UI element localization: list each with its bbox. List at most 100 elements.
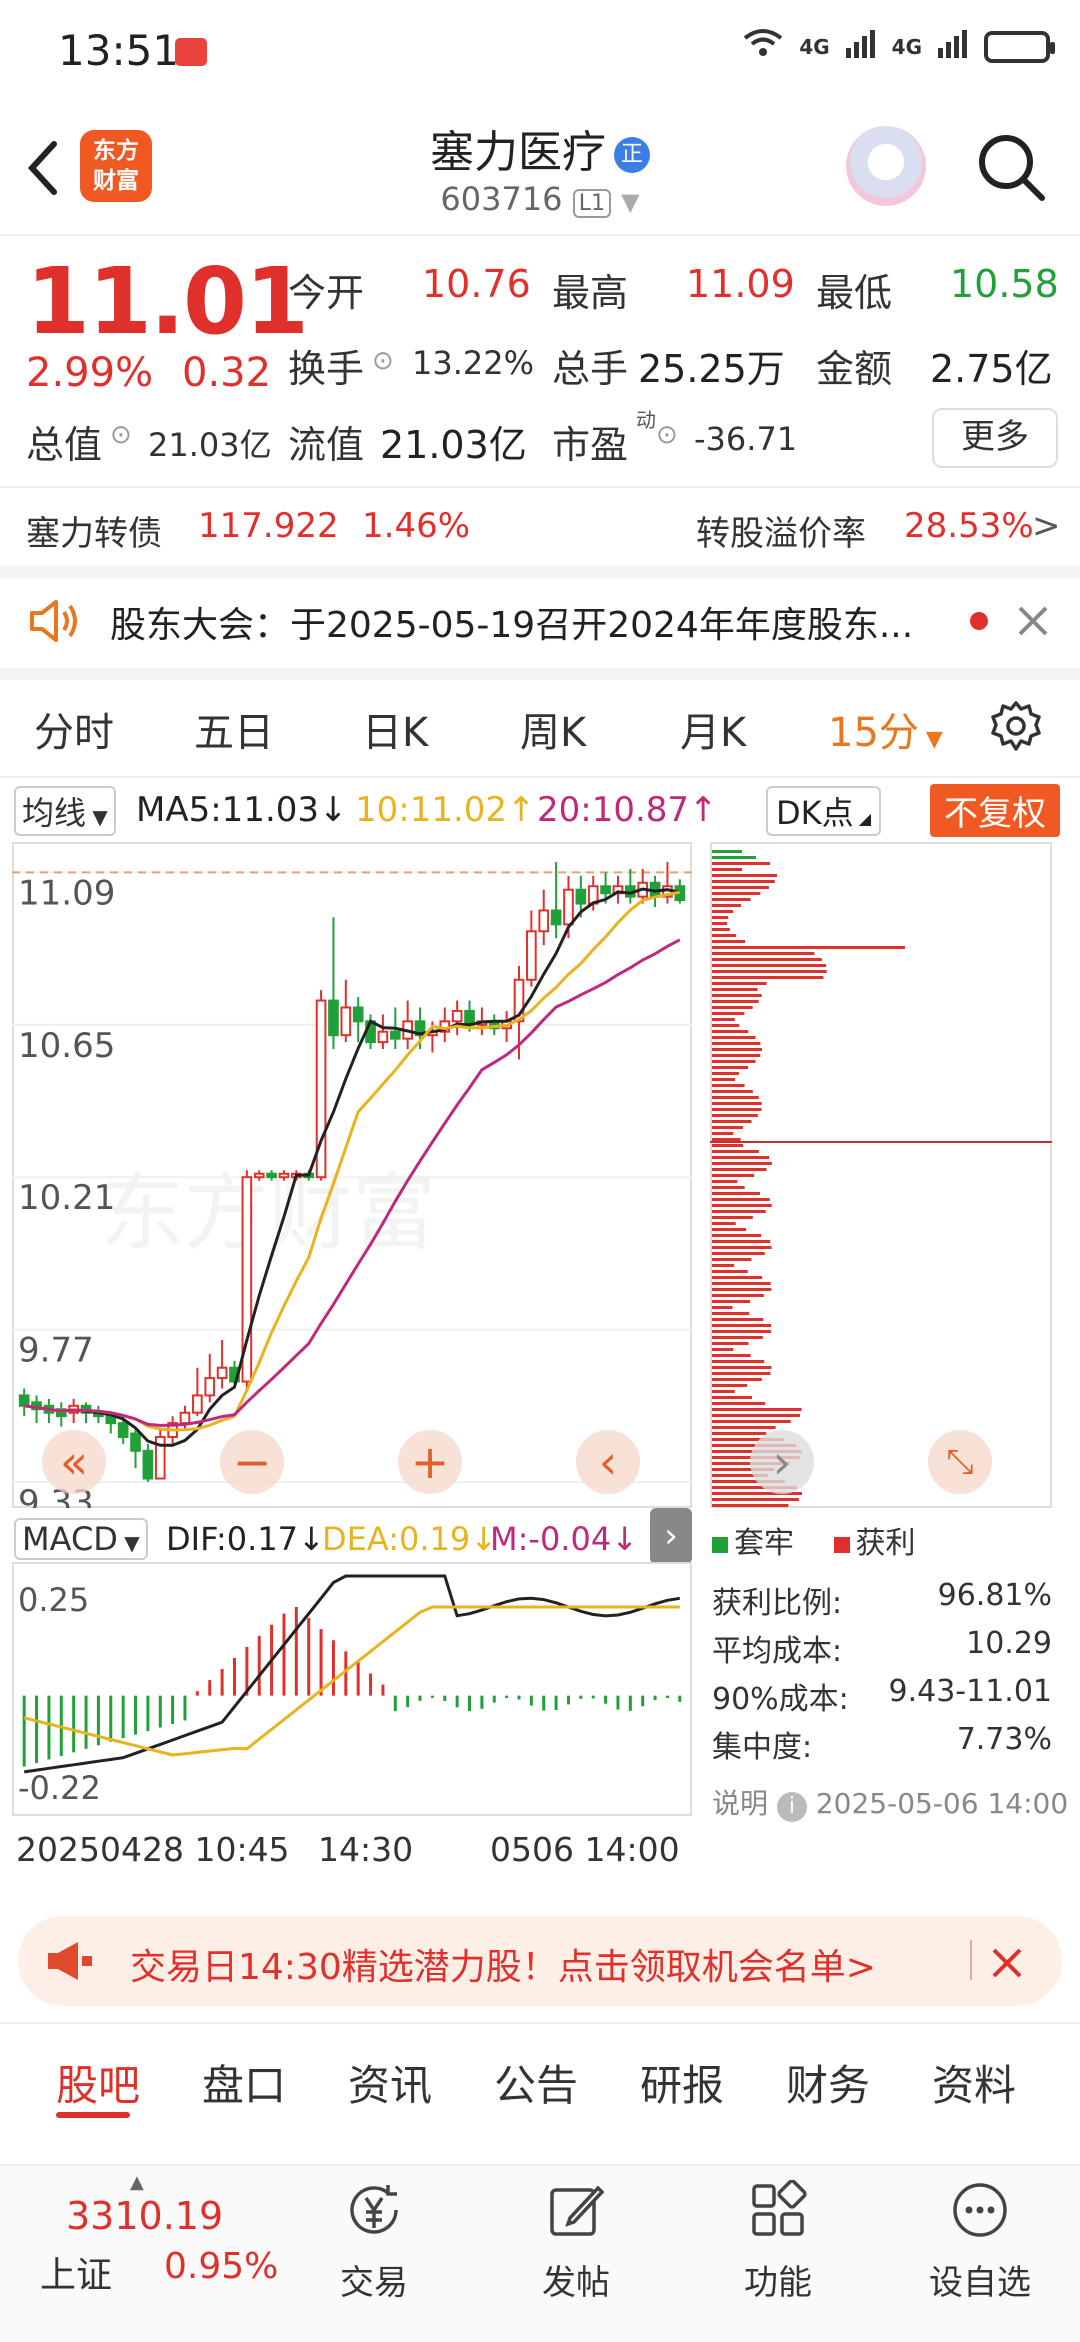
adjust-button[interactable]: 不复权 bbox=[930, 784, 1060, 837]
speaker-icon bbox=[30, 600, 77, 642]
chip-bar bbox=[712, 1198, 770, 1201]
chip-bar bbox=[712, 1024, 740, 1027]
promo-text[interactable]: 交易日14:30精选潜力股！点击领取机会名单> bbox=[130, 1938, 876, 1990]
stat-label: 集中度: bbox=[712, 1730, 813, 1765]
info-icon[interactable]: ⊙ bbox=[372, 346, 394, 376]
candle-body bbox=[550, 909, 562, 926]
chip-bar bbox=[712, 1312, 750, 1315]
tab-order-book[interactable]: 盘口 bbox=[202, 2052, 286, 2113]
tab-news[interactable]: 资讯 bbox=[348, 2052, 432, 2113]
y-tick-label: 10.21 bbox=[18, 1178, 115, 1218]
stat-value: 96.81% bbox=[937, 1578, 1052, 1613]
chip-bar bbox=[712, 1384, 748, 1387]
scroll-left-icon[interactable]: « bbox=[42, 1430, 106, 1494]
bond-name[interactable]: 塞力转债 bbox=[26, 506, 162, 555]
y-tick-label: 9.77 bbox=[18, 1331, 94, 1371]
chip-bar bbox=[712, 874, 777, 877]
assistant-avatar[interactable] bbox=[846, 126, 926, 206]
bond-change: 1.46% bbox=[362, 506, 471, 546]
dea-value: DEA:0.19↓ bbox=[322, 1520, 498, 1558]
nav-watchlist[interactable]: 设自选 bbox=[900, 2180, 1060, 2304]
chip-bar bbox=[712, 1270, 748, 1273]
open-value: 10.76 bbox=[422, 262, 531, 306]
volume-label: 总手 bbox=[552, 347, 629, 391]
dk-point-select[interactable]: DK点 ◢ bbox=[766, 786, 882, 836]
tab-minute[interactable]: 分时 bbox=[34, 700, 114, 758]
stat-label: 平均成本: bbox=[712, 1634, 843, 1669]
expand-icon[interactable]: ⤡ bbox=[928, 1430, 992, 1494]
candle-body bbox=[575, 888, 587, 905]
status-icons: 4G 4G bbox=[743, 28, 1055, 66]
index-value[interactable]: 3310.19 bbox=[66, 2194, 223, 2238]
chip-bar bbox=[712, 898, 751, 901]
divider bbox=[970, 1940, 972, 1980]
chip-bar bbox=[712, 1168, 767, 1171]
tab-daily-k[interactable]: 日K bbox=[362, 700, 428, 758]
tab-profile[interactable]: 资料 bbox=[932, 2052, 1016, 2113]
zoom-out-icon[interactable]: − bbox=[220, 1430, 284, 1494]
x-axis-label: 0506 14:00 bbox=[490, 1830, 680, 1869]
active-tab-indicator bbox=[56, 2112, 130, 2118]
tab-finance[interactable]: 财务 bbox=[786, 2052, 870, 2113]
level-tag: L1 bbox=[572, 189, 611, 218]
ma-select[interactable]: 均线 ▼ bbox=[14, 786, 116, 836]
chip-bar bbox=[712, 1048, 762, 1051]
legend-trapped: 套牢 bbox=[734, 1526, 794, 1561]
close-icon[interactable] bbox=[1016, 604, 1050, 638]
candle-body bbox=[216, 1366, 228, 1380]
chip-bar bbox=[712, 1288, 772, 1291]
close-icon[interactable] bbox=[990, 1946, 1024, 1980]
chip-bar bbox=[712, 1324, 772, 1327]
chip-note[interactable]: 说明 i 2025-05-06 14:00 bbox=[712, 1782, 1068, 1822]
next-indicator-button[interactable]: › bbox=[650, 1508, 692, 1564]
gear-icon[interactable] bbox=[990, 700, 1042, 752]
nav-functions[interactable]: 功能 bbox=[698, 2179, 858, 2304]
nav-trade[interactable]: 交易 bbox=[294, 2180, 454, 2304]
unread-dot bbox=[970, 612, 988, 630]
chip-bar bbox=[712, 1360, 765, 1363]
chevron-left-icon[interactable]: ‹ bbox=[576, 1430, 640, 1494]
chip-bar bbox=[712, 1162, 772, 1165]
premium-value[interactable]: 28.53% bbox=[904, 506, 1034, 546]
chip-bar bbox=[712, 982, 767, 985]
tab-15-min[interactable]: 15分 ▼ bbox=[828, 700, 943, 758]
chip-bar bbox=[712, 1330, 771, 1333]
indicator-select[interactable]: MACD ▼ bbox=[14, 1518, 148, 1560]
chip-bar bbox=[712, 1156, 770, 1159]
tab-five-day[interactable]: 五日 bbox=[194, 700, 274, 758]
chip-bar bbox=[712, 1132, 734, 1135]
chip-bar bbox=[712, 1144, 744, 1147]
candle-body bbox=[192, 1394, 203, 1414]
tab-research[interactable]: 研报 bbox=[640, 2052, 724, 2113]
tab-monthly-k[interactable]: 月K bbox=[680, 700, 746, 758]
chevron-right-icon[interactable]: › bbox=[750, 1430, 814, 1494]
chip-bar bbox=[712, 1180, 738, 1183]
y-tick-label: -0.22 bbox=[18, 1769, 101, 1807]
info-icon[interactable]: ⊙ bbox=[656, 420, 678, 450]
tab-weekly-k[interactable]: 周K bbox=[520, 700, 586, 758]
pe-value: -36.71 bbox=[694, 420, 798, 458]
search-icon[interactable] bbox=[974, 130, 1048, 204]
tab-forum[interactable]: 股吧 bbox=[56, 2052, 140, 2113]
notice-text[interactable]: 股东大会：于2025-05-19召开2024年年度股东... bbox=[110, 596, 950, 648]
info-icon[interactable]: ⊙ bbox=[110, 420, 132, 450]
zoom-in-icon[interactable]: + bbox=[398, 1430, 462, 1494]
chip-bar bbox=[712, 1354, 751, 1357]
caret-down-icon: ▼ bbox=[117, 1531, 140, 1555]
battery-icon bbox=[984, 31, 1055, 63]
chip-bar bbox=[712, 1414, 801, 1417]
chip-bar bbox=[712, 1372, 771, 1375]
chip-bar bbox=[712, 1000, 759, 1003]
legend-profit: 获利 bbox=[855, 1526, 916, 1561]
more-button[interactable]: 更多 bbox=[932, 408, 1058, 468]
candle-body bbox=[526, 930, 537, 981]
chevron-down-icon: ▼ bbox=[621, 188, 640, 216]
chevron-right-icon[interactable]: > bbox=[1032, 506, 1061, 546]
dk-label: DK点 bbox=[776, 794, 854, 832]
index-name: 上证 bbox=[40, 2255, 113, 2296]
tab-announcements[interactable]: 公告 bbox=[494, 2052, 578, 2113]
kline-chart[interactable]: 东方财富 11.0910.6510.219.779.33 bbox=[12, 842, 692, 1508]
chip-bar bbox=[712, 928, 730, 931]
wifi-icon bbox=[743, 28, 783, 66]
nav-post[interactable]: 发帖 bbox=[496, 2180, 656, 2304]
